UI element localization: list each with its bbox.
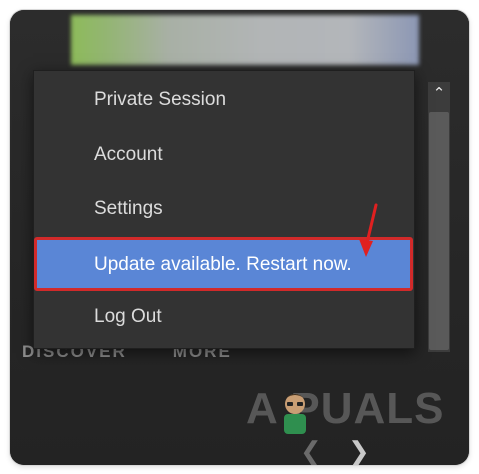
- menu-item-label: Update available. Restart now.: [94, 254, 352, 275]
- menu-item-label: Private Session: [94, 89, 227, 110]
- watermark-text: A PUALS: [246, 384, 445, 433]
- chevron-up-icon[interactable]: ⌃: [428, 82, 450, 104]
- app-window: ⌃ DISCOVER MORE Private Session Account …: [10, 10, 469, 465]
- menu-item-label: Account: [94, 144, 163, 165]
- menu-item-label: Log Out: [94, 306, 162, 327]
- chevron-left-icon[interactable]: ❮: [300, 436, 322, 465]
- watermark-mascot-icon: [284, 394, 306, 434]
- menu-item-log-out[interactable]: Log Out: [34, 291, 414, 343]
- menu-item-private-session[interactable]: Private Session: [34, 74, 414, 126]
- chevron-right-icon[interactable]: ❯: [348, 436, 370, 465]
- red-arrow-icon: [359, 203, 378, 257]
- menu-item-account[interactable]: Account: [34, 129, 414, 181]
- blurred-header-image: [71, 15, 419, 65]
- scrollbar[interactable]: ⌃: [428, 82, 450, 352]
- scrollbar-thumb[interactable]: [429, 112, 449, 350]
- user-dropdown-menu: Private Session Account Settings Update …: [33, 70, 415, 349]
- menu-item-label: Settings: [94, 198, 163, 219]
